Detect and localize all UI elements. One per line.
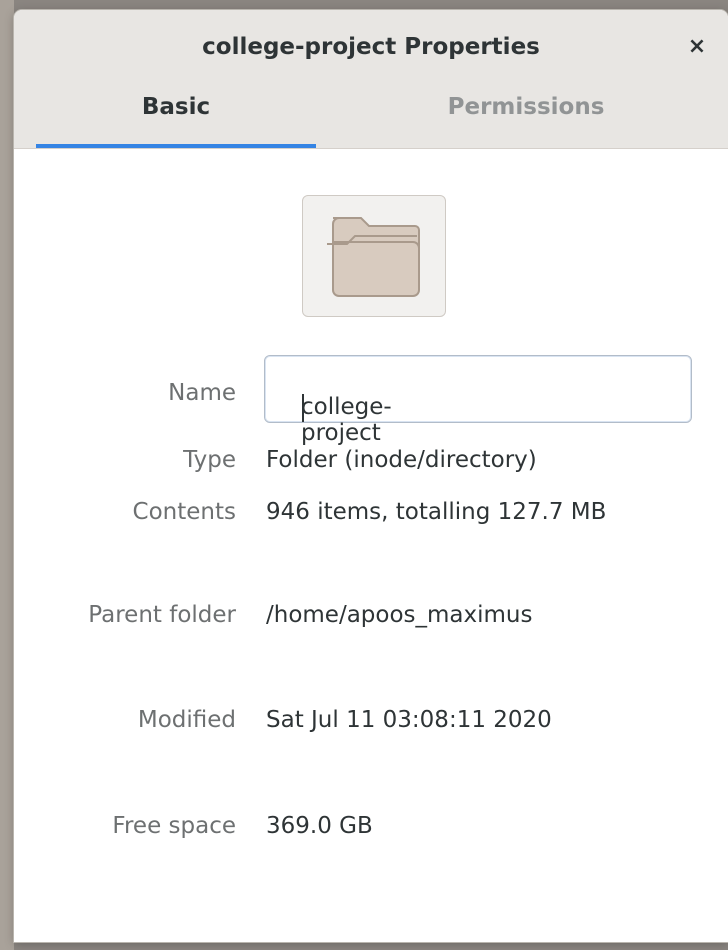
name-field-value: college-project xyxy=(301,394,392,446)
modified-label: Modified xyxy=(137,707,236,733)
close-button[interactable]: × xyxy=(684,34,710,60)
folder-icon-button[interactable] xyxy=(302,195,446,317)
properties-dialog: college-project Properties × Basic Permi… xyxy=(14,10,728,942)
free-space-value: 369.0 GB xyxy=(266,813,373,839)
parent-folder-value: /home/apoos_maximus xyxy=(266,602,533,628)
modified-value: Sat Jul 11 03:08:11 2020 xyxy=(266,707,552,733)
parent-folder-label: Parent folder xyxy=(88,602,236,628)
text-caret xyxy=(302,394,304,422)
tab-permissions[interactable]: Permissions xyxy=(386,68,666,148)
name-field[interactable]: college-project xyxy=(264,355,692,446)
background-window-edge xyxy=(0,0,14,950)
tab-bar: Basic Permissions xyxy=(14,68,728,149)
type-value: Folder (inode/directory) xyxy=(266,447,537,473)
contents-label: Contents xyxy=(132,499,236,525)
folder-icon xyxy=(327,217,420,297)
free-space-label: Free space xyxy=(112,813,236,839)
tab-basic[interactable]: Basic xyxy=(36,68,316,148)
contents-value: 946 items, totalling 127.7 MB xyxy=(266,499,607,525)
type-label: Type xyxy=(183,447,236,473)
dialog-title: college-project Properties xyxy=(202,34,540,60)
name-label: Name xyxy=(168,380,236,406)
